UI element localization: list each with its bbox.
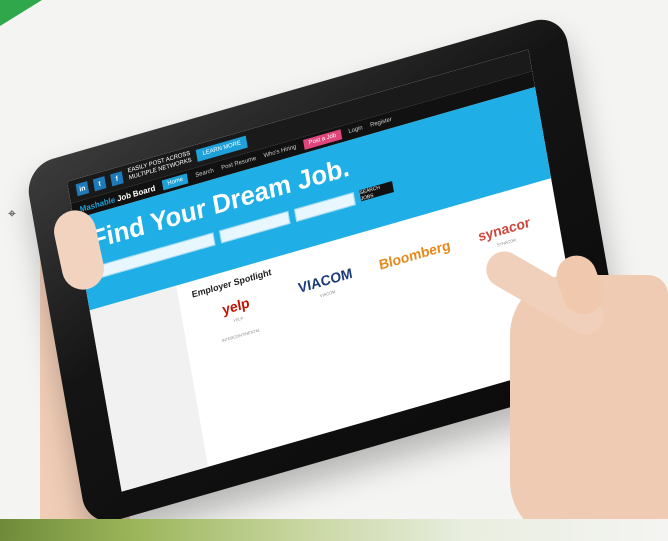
category-select[interactable]: [293, 192, 356, 223]
search-jobs-button[interactable]: SEARCH JOBS: [359, 181, 394, 202]
nav-login[interactable]: Login: [348, 125, 363, 135]
nav-search[interactable]: Search: [195, 168, 214, 179]
nav-register[interactable]: Register: [370, 117, 393, 129]
foliage-strip: [0, 519, 668, 541]
green-corner-decoration: [0, 0, 42, 26]
linkedin-icon[interactable]: in: [75, 181, 90, 197]
twitter-icon[interactable]: t: [92, 176, 107, 192]
side-mark-icon: ⌖: [8, 205, 16, 221]
facebook-icon[interactable]: f: [110, 171, 124, 187]
